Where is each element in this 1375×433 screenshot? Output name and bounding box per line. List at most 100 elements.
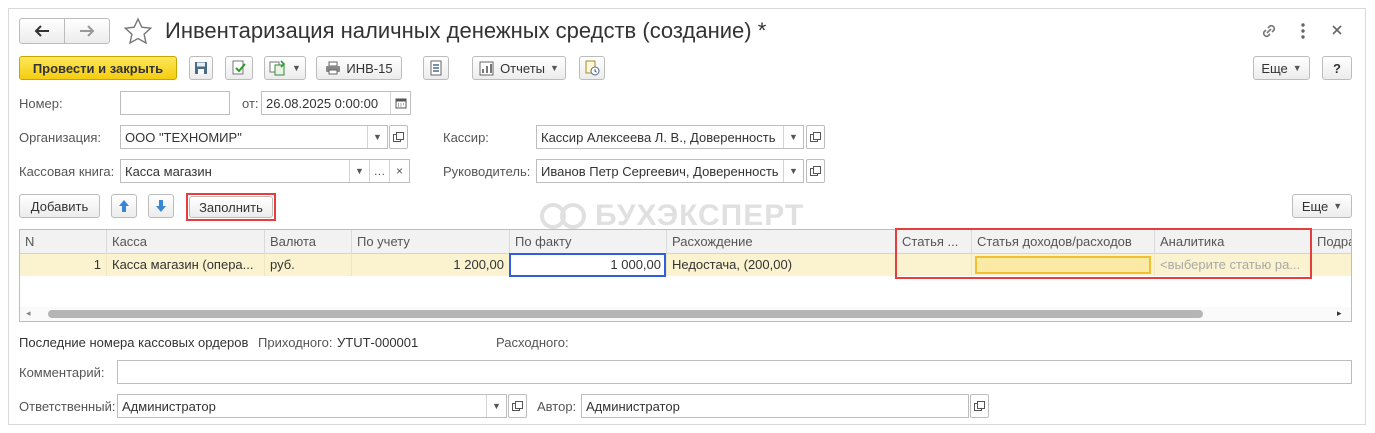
column-header-article[interactable]: Статья ... bbox=[897, 230, 972, 254]
column-header-currency[interactable]: Валюта bbox=[265, 230, 352, 254]
cell-analytics[interactable]: <выберите статью ра... bbox=[1155, 254, 1312, 276]
chevron-down-icon: ▼ bbox=[292, 63, 301, 73]
column-header-difference[interactable]: Расхождение bbox=[667, 230, 897, 254]
forward-button[interactable] bbox=[64, 18, 110, 44]
chevron-down-icon: ▼ bbox=[1333, 201, 1343, 211]
scroll-right-icon[interactable]: ▸ bbox=[1337, 308, 1342, 319]
inventory-table: N Касса Валюта По учету По факту Расхожд… bbox=[19, 229, 1352, 322]
scroll-left-icon[interactable]: ◂ bbox=[26, 308, 31, 319]
cell-by-fact[interactable]: 1 000,00 bbox=[510, 254, 667, 276]
responsible-value: Администратор bbox=[122, 398, 216, 414]
cell-difference[interactable]: Недостача, (200,00) bbox=[667, 254, 897, 276]
income-expense-article-input[interactable] bbox=[975, 256, 1151, 274]
create-based-on-icon bbox=[269, 60, 286, 76]
chevron-down-icon: ▼ bbox=[550, 63, 559, 73]
cell-article[interactable] bbox=[897, 254, 972, 276]
arrow-left-icon bbox=[34, 25, 49, 37]
head-field[interactable]: Иванов Петр Сергеевич, Доверенность ▼ bbox=[536, 159, 804, 183]
organization-field[interactable]: ООО "ТЕХНОМИР" ▼ bbox=[120, 125, 388, 149]
cashier-value: Кассир Алексеева Л. В., Доверенность bbox=[541, 129, 776, 145]
history-button[interactable] bbox=[579, 56, 605, 80]
date-field[interactable]: 26.08.2025 0:00:00 bbox=[261, 91, 411, 115]
chevron-down-icon[interactable]: ▼ bbox=[783, 160, 803, 182]
cell-currency[interactable]: руб. bbox=[265, 254, 352, 276]
comment-field[interactable] bbox=[117, 360, 1352, 384]
move-down-button[interactable] bbox=[148, 194, 174, 218]
table-horizontal-scrollbar[interactable]: ◂ ▸ bbox=[20, 307, 1351, 321]
chevron-down-icon: ▼ bbox=[1292, 63, 1302, 73]
move-up-button[interactable] bbox=[111, 194, 137, 218]
link-icon[interactable] bbox=[1259, 21, 1279, 41]
create-based-on-button[interactable]: ▼ bbox=[264, 56, 306, 80]
clear-icon[interactable]: × bbox=[389, 160, 409, 182]
printer-icon bbox=[326, 61, 341, 75]
chevron-down-icon[interactable]: ▼ bbox=[349, 160, 369, 182]
date-from-label: от: bbox=[242, 96, 259, 111]
document-window: Инвентаризация наличных денежных средств… bbox=[8, 8, 1366, 425]
chevron-down-icon[interactable]: ▼ bbox=[783, 126, 803, 148]
author-label: Автор: bbox=[537, 399, 577, 414]
cell-department[interactable] bbox=[1312, 254, 1351, 276]
chevron-down-icon[interactable]: ▼ bbox=[486, 395, 506, 417]
column-header-by-fact[interactable]: По факту bbox=[510, 230, 667, 254]
author-value: Администратор bbox=[586, 398, 680, 414]
cell-by-account[interactable]: 1 200,00 bbox=[352, 254, 510, 276]
favorite-star-icon[interactable] bbox=[123, 17, 153, 45]
number-field[interactable] bbox=[120, 91, 230, 115]
table-header: N Касса Валюта По учету По факту Расхожд… bbox=[20, 230, 1351, 254]
cell-cash[interactable]: Касса магазин (опера... bbox=[107, 254, 265, 276]
head-open-button[interactable] bbox=[806, 159, 825, 183]
back-button[interactable] bbox=[19, 18, 65, 44]
post-and-close-button[interactable]: Провести и закрыть bbox=[19, 56, 177, 80]
watermark-logo-icon bbox=[540, 203, 586, 229]
cashbook-field[interactable]: Касса магазин ▼ … × bbox=[120, 159, 410, 183]
more-actions-label: Еще bbox=[1261, 60, 1288, 76]
close-icon[interactable] bbox=[1329, 22, 1345, 38]
author-field: Администратор bbox=[581, 394, 969, 418]
watermark-logo: БУХЭКСПЕРТ bbox=[539, 199, 804, 233]
floppy-disk-icon bbox=[195, 62, 207, 74]
watermark-text: БУХЭКСПЕРТ bbox=[595, 199, 805, 232]
save-button[interactable] bbox=[189, 56, 213, 80]
organization-open-button[interactable] bbox=[389, 125, 408, 149]
open-form-icon bbox=[810, 131, 821, 142]
cell-n[interactable]: 1 bbox=[20, 254, 107, 276]
print-inv15-button[interactable]: ИНВ-15 bbox=[316, 56, 402, 80]
column-header-n[interactable]: N bbox=[20, 230, 107, 254]
organization-value: ООО "ТЕХНОМИР" bbox=[125, 129, 242, 145]
head-value: Иванов Петр Сергеевич, Доверенность bbox=[541, 163, 779, 179]
help-label: ? bbox=[1333, 60, 1341, 76]
calendar-icon[interactable] bbox=[390, 92, 410, 114]
column-header-analytics[interactable]: Аналитика bbox=[1155, 230, 1312, 254]
number-label: Номер: bbox=[19, 96, 63, 111]
responsible-open-button[interactable] bbox=[508, 394, 527, 418]
post-button[interactable] bbox=[225, 56, 253, 80]
column-header-income-expense-article[interactable]: Статья доходов/расходов bbox=[972, 230, 1155, 254]
chevron-down-icon[interactable]: ▼ bbox=[367, 126, 387, 148]
print-inv15-label: ИНВ-15 bbox=[346, 60, 393, 76]
help-button[interactable]: ? bbox=[1322, 56, 1352, 80]
cashier-field[interactable]: Кассир Алексеева Л. В., Доверенность ▼ bbox=[536, 125, 804, 149]
column-header-department[interactable]: Подра bbox=[1312, 230, 1351, 254]
fill-button[interactable]: Заполнить bbox=[189, 196, 273, 218]
add-row-label: Добавить bbox=[30, 198, 89, 214]
add-row-button[interactable]: Добавить bbox=[19, 194, 100, 218]
open-form-icon bbox=[393, 131, 404, 142]
table-more-button[interactable]: Еще ▼ bbox=[1292, 194, 1352, 218]
more-vertical-icon[interactable] bbox=[1297, 21, 1309, 41]
cashier-open-button[interactable] bbox=[806, 125, 825, 149]
cell-income-expense-article[interactable] bbox=[972, 254, 1155, 276]
cashier-label: Кассир: bbox=[443, 130, 489, 145]
reports-label: Отчеты bbox=[500, 60, 545, 76]
scrollbar-thumb[interactable] bbox=[48, 310, 1203, 318]
responsible-field[interactable]: Администратор ▼ bbox=[117, 394, 507, 418]
author-open-button[interactable] bbox=[970, 394, 989, 418]
select-ellipsis-icon[interactable]: … bbox=[369, 160, 389, 182]
list-view-button[interactable] bbox=[423, 56, 449, 80]
more-actions-button[interactable]: Еще ▼ bbox=[1253, 56, 1310, 80]
column-header-cash[interactable]: Касса bbox=[107, 230, 265, 254]
page-title: Инвентаризация наличных денежных средств… bbox=[165, 18, 767, 43]
column-header-by-account[interactable]: По учету bbox=[352, 230, 510, 254]
reports-button[interactable]: Отчеты ▼ bbox=[472, 56, 566, 80]
table-row[interactable]: 1 Касса магазин (опера... руб. 1 200,00 … bbox=[20, 254, 1351, 276]
